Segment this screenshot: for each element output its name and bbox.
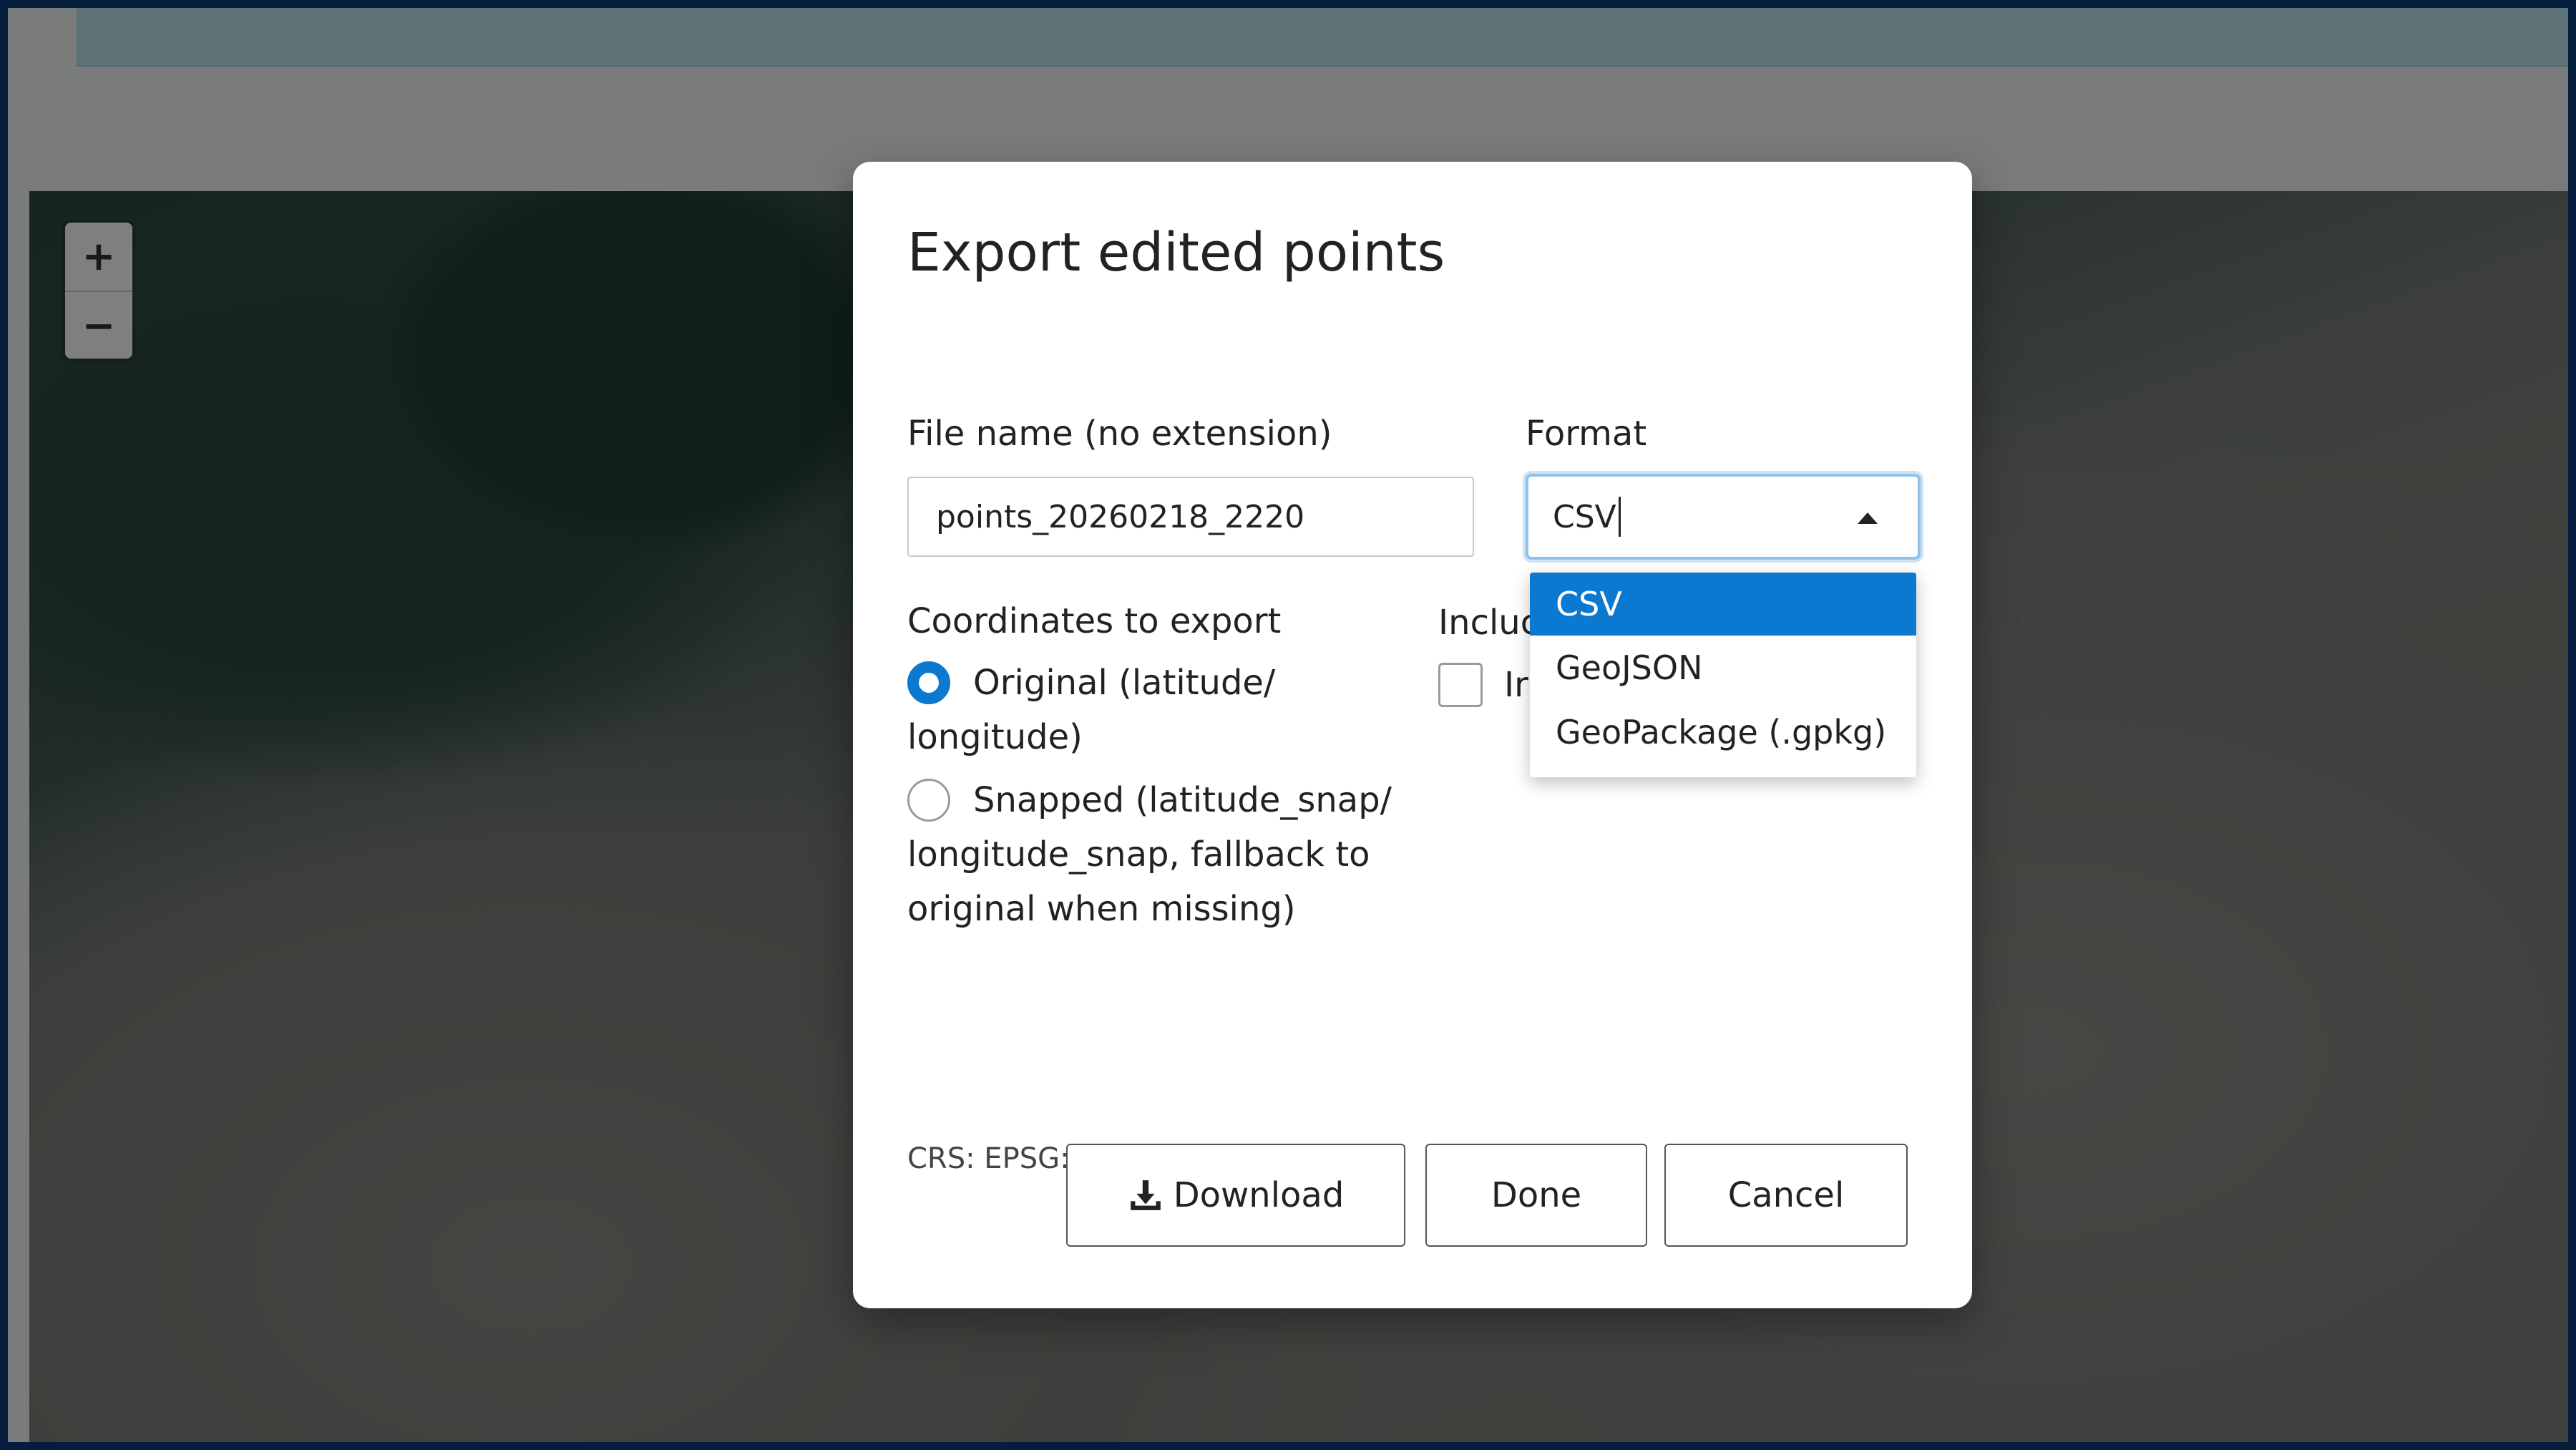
radio-snapped-line2: longitude_snap, fallback to xyxy=(907,835,1370,875)
radio-snapped-button[interactable] xyxy=(907,779,950,822)
format-option-csv[interactable]: CSV xyxy=(1530,573,1916,636)
cancel-button-label: Cancel xyxy=(1727,1175,1845,1215)
radio-original-line2: longitude) xyxy=(907,717,1083,757)
format-option-geojson[interactable]: GeoJSON xyxy=(1530,636,1916,700)
download-button-label: Download xyxy=(1173,1175,1345,1215)
radio-original-button[interactable] xyxy=(907,661,950,704)
radio-snapped-line1: Snapped (latitude_snap/ xyxy=(973,780,1392,820)
include-checkbox-label: Ir xyxy=(1504,665,1528,705)
include-label: Incluc xyxy=(1438,603,1540,643)
file-name-label: File name (no extension) xyxy=(907,414,1332,454)
radio-snapped-line3: original when missing) xyxy=(907,889,1296,929)
coordinates-label: Coordinates to export xyxy=(907,601,1282,641)
format-dropdown-menu: CSV GeoJSON GeoPackage (.gpkg) xyxy=(1530,573,1916,777)
text-caret xyxy=(1618,497,1621,537)
include-checkbox[interactable] xyxy=(1438,663,1483,707)
chevron-up-icon xyxy=(1858,512,1878,524)
cancel-button[interactable]: Cancel xyxy=(1664,1144,1908,1247)
done-button[interactable]: Done xyxy=(1425,1144,1647,1247)
download-icon xyxy=(1130,1180,1161,1210)
download-button[interactable]: Download xyxy=(1066,1144,1405,1247)
format-select[interactable]: CSV xyxy=(1526,474,1921,560)
radio-original-line1: Original (latitude/ xyxy=(973,663,1276,703)
radio-snapped[interactable]: Snapped (latitude_snap/ longitude_snap, … xyxy=(907,779,1437,950)
format-selected-value: CSV xyxy=(1553,498,1616,535)
done-button-label: Done xyxy=(1491,1175,1582,1215)
radio-original[interactable]: Original (latitude/ longitude) xyxy=(907,661,1408,776)
format-label: Format xyxy=(1526,414,1647,454)
file-name-input[interactable] xyxy=(907,477,1474,557)
dialog-title: Export edited points xyxy=(907,222,1445,283)
format-option-geopackage[interactable]: GeoPackage (.gpkg) xyxy=(1530,700,1916,764)
